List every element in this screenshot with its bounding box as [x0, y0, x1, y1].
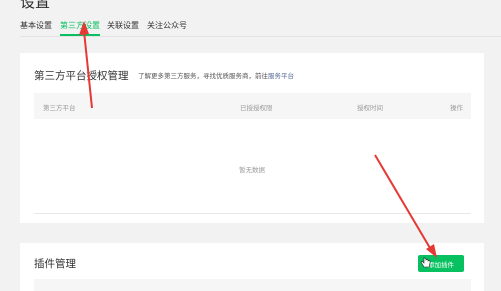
column-header-actions: 操作: [450, 104, 463, 112]
auth-table-header: 第三方平台 已授授权限 授权时间 操作: [34, 93, 471, 119]
service-platform-link[interactable]: 服务平台: [268, 72, 294, 80]
tabs-divider: [20, 36, 501, 37]
auth-card-description: 了解更多第三方服务，寻找优质服务商，前往服务平台: [138, 70, 294, 80]
tab-follow-official-account[interactable]: 关注公众号: [147, 19, 187, 33]
plugin-management-card: 插件管理 添加插件: [20, 243, 484, 291]
column-header-permissions: 已授授权限: [240, 104, 273, 112]
empty-state-text: 暂无数据: [239, 166, 265, 174]
tab-linked-settings[interactable]: 关联设置: [107, 19, 139, 33]
auth-card-title: 第三方平台授权管理: [34, 70, 129, 82]
column-header-auth-time: 授权时间: [357, 104, 383, 112]
auth-card-desc-text: 了解更多第三方服务，寻找优质服务商，前往: [138, 72, 268, 80]
tab-third-party-label: 第三方设置: [60, 21, 100, 30]
tab-basic-settings[interactable]: 基本设置: [20, 19, 52, 33]
tab-third-party-settings[interactable]: 第三方设置: [60, 19, 100, 36]
third-party-auth-card: 第三方平台授权管理 了解更多第三方服务，寻找优质服务商，前往服务平台 第三方平台…: [20, 53, 484, 223]
page-title: 设置: [20, 0, 51, 11]
column-header-platform: 第三方平台: [43, 104, 76, 112]
add-plugin-button[interactable]: 添加插件: [418, 255, 464, 272]
plugin-table-header: [34, 279, 471, 291]
plugin-card-title: 插件管理: [34, 258, 76, 270]
table-bottom-border: [34, 213, 471, 214]
